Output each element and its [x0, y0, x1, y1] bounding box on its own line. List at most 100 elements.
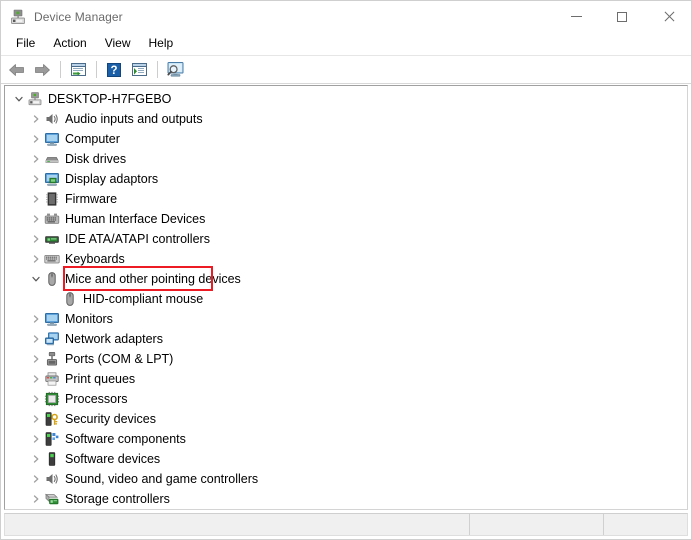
toolbar-separator-2 [96, 61, 97, 78]
menu-item-help[interactable]: Help [140, 33, 183, 54]
chevron-down-icon[interactable] [11, 89, 27, 109]
storage-controller-icon [44, 491, 60, 507]
chevron-down-icon[interactable] [28, 269, 44, 289]
chevron-right-icon[interactable] [28, 249, 44, 269]
tree-item-sound-video-and-game-controllers[interactable]: Sound, video and game controllers [5, 469, 687, 489]
device-tree-pane[interactable]: DESKTOP-H7FGEBO Audio inputs and outputs [4, 85, 688, 510]
keyboard-icon [44, 251, 60, 267]
properties-icon [70, 62, 87, 77]
mouse-icon [44, 271, 60, 287]
maximize-icon [617, 12, 627, 22]
tree-item-disk-drives[interactable]: Disk drives [5, 149, 687, 169]
tree-item-firmware[interactable]: Firmware [5, 189, 687, 209]
chevron-right-icon[interactable] [28, 469, 44, 489]
chevron-right-icon[interactable] [28, 389, 44, 409]
tree-item-software-devices[interactable]: Software devices [5, 449, 687, 469]
processor-icon [44, 391, 60, 407]
close-button[interactable] [645, 1, 691, 32]
tree-item-computer[interactable]: Computer [5, 129, 687, 149]
tree-item-label: Software components [65, 432, 186, 446]
tree-item-label: Display adaptors [65, 172, 158, 186]
device-manager-icon [10, 9, 26, 25]
tree-item-storage-controllers[interactable]: Storage controllers [5, 489, 687, 509]
tree-item-hid-compliant-mouse[interactable]: HID-compliant mouse [5, 289, 687, 309]
tree-item-display-adaptors[interactable]: Display adaptors [5, 169, 687, 189]
computer-root-icon [27, 91, 43, 107]
hid-icon [44, 211, 60, 227]
menu-item-view[interactable]: View [96, 33, 140, 54]
tree-item-label: Print queues [65, 372, 135, 386]
tree-item-security-devices[interactable]: Security devices [5, 409, 687, 429]
toolbar: ? [1, 56, 691, 84]
minimize-button[interactable] [553, 1, 599, 32]
tree-item-network-adapters[interactable]: Network adapters [5, 329, 687, 349]
tree-item-print-queues[interactable]: Print queues [5, 369, 687, 389]
properties-button[interactable] [66, 58, 90, 81]
chevron-right-icon[interactable] [28, 109, 44, 129]
tree-item-desktop-h7fgebo[interactable]: DESKTOP-H7FGEBO [5, 89, 687, 109]
statusbar [4, 513, 688, 536]
menu-item-action[interactable]: Action [44, 33, 95, 54]
chevron-right-icon[interactable] [28, 149, 44, 169]
tree-item-human-interface-devices[interactable]: Human Interface Devices [5, 209, 687, 229]
help-button[interactable]: ? [102, 58, 126, 81]
update-driver-button[interactable] [127, 58, 151, 81]
back-button[interactable] [5, 58, 29, 81]
speaker-icon [44, 111, 60, 127]
chevron-right-icon[interactable] [28, 229, 44, 249]
maximize-button[interactable] [599, 1, 645, 32]
tree-item-processors[interactable]: Processors [5, 389, 687, 409]
chevron-right-icon[interactable] [28, 169, 44, 189]
menu-item-file[interactable]: File [7, 33, 44, 54]
tree-item-keyboards[interactable]: Keyboards [5, 249, 687, 269]
display-adapter-icon [44, 171, 60, 187]
titlebar: Device Manager [1, 1, 691, 32]
svg-text:?: ? [110, 65, 117, 77]
chevron-right-icon[interactable] [28, 369, 44, 389]
port-icon [44, 351, 60, 367]
toolbar-separator-1 [60, 61, 61, 78]
chevron-right-icon[interactable] [28, 189, 44, 209]
tree-item-label: Storage controllers [65, 492, 170, 506]
tree-item-label: Computer [65, 132, 120, 146]
window-controls [553, 1, 691, 32]
tree-item-label: Security devices [65, 412, 156, 426]
statusbar-panel-3 [604, 514, 687, 535]
tree-item-system-devices[interactable]: System devices [5, 509, 687, 510]
tree-item-label: Firmware [65, 192, 117, 206]
tree-item-label: HID-compliant mouse [83, 292, 203, 306]
chevron-right-icon[interactable] [28, 409, 44, 429]
chevron-right-icon[interactable] [28, 489, 44, 509]
chevron-right-icon[interactable] [28, 449, 44, 469]
chevron-right-icon[interactable] [28, 429, 44, 449]
ide-controller-icon [44, 231, 60, 247]
tree-item-ide-ata-atapi-controllers[interactable]: IDE ATA/ATAPI controllers [5, 229, 687, 249]
chevron-right-icon[interactable] [28, 329, 44, 349]
device-tree: DESKTOP-H7FGEBO Audio inputs and outputs [5, 86, 687, 510]
monitor-icon [44, 311, 60, 327]
chevron-right-icon[interactable] [28, 349, 44, 369]
tree-item-label: Human Interface Devices [65, 212, 205, 226]
minimize-icon [571, 16, 582, 17]
chevron-right-icon[interactable] [28, 509, 44, 510]
scan-hardware-changes-button[interactable] [163, 58, 187, 81]
tree-item-ports-com-and-lpt[interactable]: Ports (COM & LPT) [5, 349, 687, 369]
window-title: Device Manager [34, 10, 123, 24]
network-adapter-icon [44, 331, 60, 347]
tree-item-mice-and-other-pointing-devices[interactable]: Mice and other pointing devices [5, 269, 687, 289]
chevron-right-icon[interactable] [28, 209, 44, 229]
mouse-icon [62, 291, 78, 307]
tree-item-label: Ports (COM & LPT) [65, 352, 173, 366]
printer-icon [44, 371, 60, 387]
firmware-chip-icon [44, 191, 60, 207]
chevron-right-icon[interactable] [28, 129, 44, 149]
tree-item-label: Monitors [65, 312, 113, 326]
statusbar-panel-1 [5, 514, 470, 535]
tree-item-audio-inputs-and-outputs[interactable]: Audio inputs and outputs [5, 109, 687, 129]
toolbar-separator-3 [157, 61, 158, 78]
tree-item-software-components[interactable]: Software components [5, 429, 687, 449]
tree-item-monitors[interactable]: Monitors [5, 309, 687, 329]
tree-item-label: Disk drives [65, 152, 126, 166]
chevron-right-icon[interactable] [28, 309, 44, 329]
forward-button[interactable] [30, 58, 54, 81]
